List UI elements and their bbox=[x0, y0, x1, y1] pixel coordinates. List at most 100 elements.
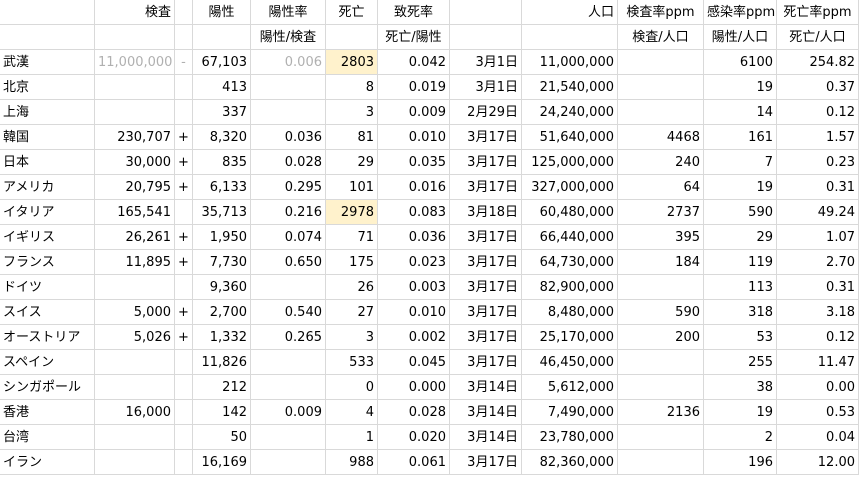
cell-region[interactable]: オーストリア bbox=[0, 325, 95, 350]
cell-infection-rate-ppm[interactable]: 29 bbox=[704, 225, 777, 250]
subheader-cell-infection-rate-ppm[interactable]: 陽性/人口 bbox=[704, 25, 777, 50]
cell-population[interactable]: 82,900,000 bbox=[522, 275, 618, 300]
cell-positive-rate[interactable]: 0.036 bbox=[251, 125, 326, 150]
cell-region[interactable]: 上海 bbox=[0, 100, 95, 125]
cell-region[interactable]: 台湾 bbox=[0, 425, 95, 450]
cell-positives[interactable]: 142 bbox=[193, 400, 251, 425]
cell-positives[interactable]: 9,360 bbox=[193, 275, 251, 300]
cell-infection-rate-ppm[interactable]: 19 bbox=[704, 175, 777, 200]
cell-population[interactable]: 21,540,000 bbox=[522, 75, 618, 100]
subheader-cell-death-rate-ppm[interactable]: 死亡/人口 bbox=[777, 25, 859, 50]
cell-date[interactable]: 3月1日 bbox=[450, 75, 522, 100]
cell-deaths[interactable]: 29 bbox=[326, 150, 378, 175]
cell-positives[interactable]: 2,700 bbox=[193, 300, 251, 325]
cell-fatality-rate[interactable]: 0.036 bbox=[378, 225, 450, 250]
cell-tests-mark[interactable]: - bbox=[175, 50, 193, 75]
cell-positives[interactable]: 337 bbox=[193, 100, 251, 125]
cell-fatality-rate[interactable]: 0.083 bbox=[378, 200, 450, 225]
cell-date[interactable]: 3月14日 bbox=[450, 425, 522, 450]
cell-positive-rate[interactable] bbox=[251, 375, 326, 400]
subheader-cell-positives[interactable] bbox=[193, 25, 251, 50]
cell-fatality-rate[interactable]: 0.010 bbox=[378, 125, 450, 150]
cell-positives[interactable]: 1,950 bbox=[193, 225, 251, 250]
cell-region[interactable]: 香港 bbox=[0, 400, 95, 425]
cell-population[interactable]: 60,480,000 bbox=[522, 200, 618, 225]
cell-date[interactable]: 3月17日 bbox=[450, 225, 522, 250]
cell-date[interactable]: 3月1日 bbox=[450, 50, 522, 75]
cell-tests-mark[interactable] bbox=[175, 425, 193, 450]
cell-population[interactable]: 24,240,000 bbox=[522, 100, 618, 125]
cell-deaths[interactable]: 26 bbox=[326, 275, 378, 300]
cell-death-rate-ppm[interactable]: 49.24 bbox=[777, 200, 859, 225]
cell-fatality-rate[interactable]: 0.010 bbox=[378, 300, 450, 325]
cell-test-rate-ppm[interactable] bbox=[618, 425, 704, 450]
cell-fatality-rate[interactable]: 0.003 bbox=[378, 275, 450, 300]
cell-deaths[interactable]: 71 bbox=[326, 225, 378, 250]
subheader-cell-tests[interactable] bbox=[95, 25, 175, 50]
cell-infection-rate-ppm[interactable]: 2 bbox=[704, 425, 777, 450]
cell-tests[interactable]: 11,895 bbox=[95, 250, 175, 275]
cell-region[interactable]: 韓国 bbox=[0, 125, 95, 150]
cell-deaths[interactable]: 2803 bbox=[326, 50, 378, 75]
cell-positive-rate[interactable] bbox=[251, 450, 326, 475]
cell-positive-rate[interactable] bbox=[251, 350, 326, 375]
cell-positives[interactable]: 50 bbox=[193, 425, 251, 450]
cell-deaths[interactable]: 2978 bbox=[326, 200, 378, 225]
header-cell-region[interactable] bbox=[0, 0, 95, 25]
cell-death-rate-ppm[interactable]: 1.57 bbox=[777, 125, 859, 150]
cell-tests-mark[interactable] bbox=[175, 400, 193, 425]
cell-positive-rate[interactable] bbox=[251, 275, 326, 300]
cell-positive-rate[interactable] bbox=[251, 75, 326, 100]
cell-test-rate-ppm[interactable] bbox=[618, 350, 704, 375]
cell-deaths[interactable]: 533 bbox=[326, 350, 378, 375]
cell-fatality-rate[interactable]: 0.045 bbox=[378, 350, 450, 375]
cell-population[interactable]: 23,780,000 bbox=[522, 425, 618, 450]
header-cell-positive-rate[interactable]: 陽性率 bbox=[251, 0, 326, 25]
subheader-cell-tests-mark[interactable] bbox=[175, 25, 193, 50]
cell-population[interactable]: 51,640,000 bbox=[522, 125, 618, 150]
cell-date[interactable]: 3月14日 bbox=[450, 400, 522, 425]
cell-death-rate-ppm[interactable]: 254.82 bbox=[777, 50, 859, 75]
cell-tests-mark[interactable]: + bbox=[175, 300, 193, 325]
cell-date[interactable]: 3月17日 bbox=[450, 300, 522, 325]
header-cell-population[interactable]: 人口 bbox=[522, 0, 618, 25]
cell-infection-rate-ppm[interactable]: 161 bbox=[704, 125, 777, 150]
cell-test-rate-ppm[interactable]: 2737 bbox=[618, 200, 704, 225]
cell-date[interactable]: 2月29日 bbox=[450, 100, 522, 125]
cell-tests[interactable]: 230,707 bbox=[95, 125, 175, 150]
cell-positives[interactable]: 8,320 bbox=[193, 125, 251, 150]
header-cell-test-rate-ppm[interactable]: 検査率ppm bbox=[618, 0, 704, 25]
cell-test-rate-ppm[interactable]: 200 bbox=[618, 325, 704, 350]
cell-tests[interactable]: 5,000 bbox=[95, 300, 175, 325]
cell-test-rate-ppm[interactable]: 4468 bbox=[618, 125, 704, 150]
cell-positive-rate[interactable]: 0.009 bbox=[251, 400, 326, 425]
cell-fatality-rate[interactable]: 0.019 bbox=[378, 75, 450, 100]
cell-infection-rate-ppm[interactable]: 6100 bbox=[704, 50, 777, 75]
cell-tests[interactable] bbox=[95, 275, 175, 300]
cell-tests-mark[interactable] bbox=[175, 350, 193, 375]
cell-positives[interactable]: 835 bbox=[193, 150, 251, 175]
cell-death-rate-ppm[interactable]: 3.18 bbox=[777, 300, 859, 325]
cell-region[interactable]: シンガポール bbox=[0, 375, 95, 400]
cell-test-rate-ppm[interactable] bbox=[618, 100, 704, 125]
cell-infection-rate-ppm[interactable]: 38 bbox=[704, 375, 777, 400]
cell-tests[interactable]: 20,795 bbox=[95, 175, 175, 200]
cell-infection-rate-ppm[interactable]: 113 bbox=[704, 275, 777, 300]
cell-fatality-rate[interactable]: 0.023 bbox=[378, 250, 450, 275]
cell-region[interactable]: 北京 bbox=[0, 75, 95, 100]
cell-positive-rate[interactable]: 0.006 bbox=[251, 50, 326, 75]
subheader-cell-fatality-rate[interactable]: 死亡/陽性 bbox=[378, 25, 450, 50]
cell-population[interactable]: 8,480,000 bbox=[522, 300, 618, 325]
cell-test-rate-ppm[interactable]: 240 bbox=[618, 150, 704, 175]
cell-positives[interactable]: 67,103 bbox=[193, 50, 251, 75]
cell-test-rate-ppm[interactable]: 2136 bbox=[618, 400, 704, 425]
cell-region[interactable]: ドイツ bbox=[0, 275, 95, 300]
cell-tests-mark[interactable]: + bbox=[175, 175, 193, 200]
cell-population[interactable]: 5,612,000 bbox=[522, 375, 618, 400]
cell-tests-mark[interactable]: + bbox=[175, 125, 193, 150]
cell-tests[interactable]: 26,261 bbox=[95, 225, 175, 250]
cell-test-rate-ppm[interactable] bbox=[618, 375, 704, 400]
cell-tests-mark[interactable] bbox=[175, 275, 193, 300]
cell-population[interactable]: 64,730,000 bbox=[522, 250, 618, 275]
cell-tests[interactable]: 11,000,000 bbox=[95, 50, 175, 75]
